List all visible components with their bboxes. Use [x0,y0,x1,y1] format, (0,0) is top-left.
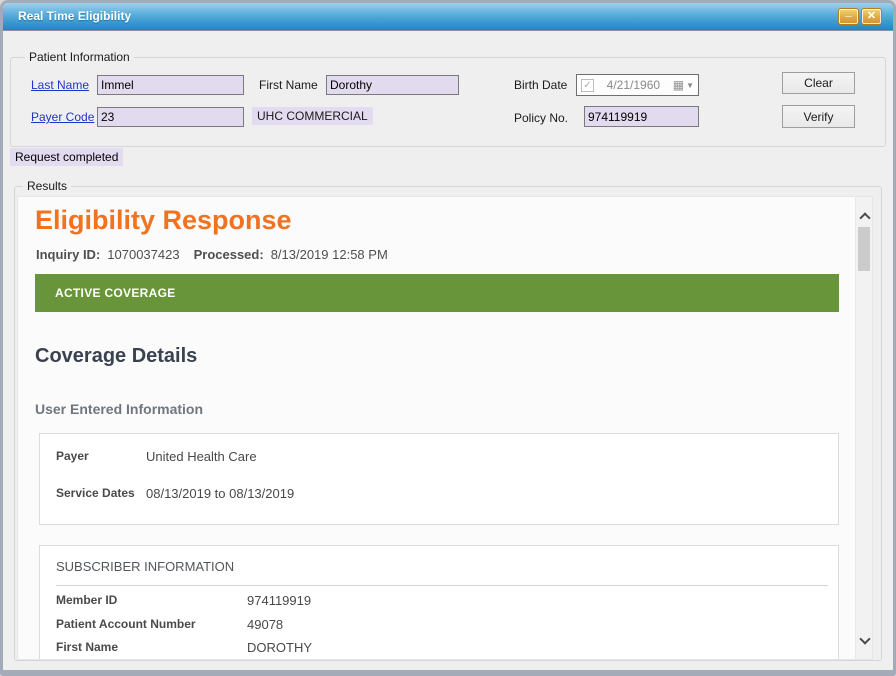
close-button[interactable]: ✕ [861,8,882,25]
results-group: Results Eligibility Response Inquiry ID:… [14,186,882,661]
payer-name-badge: UHC COMMERCIAL [252,107,373,125]
vertical-scrollbar[interactable] [855,197,872,659]
birth-date-value: 4/21/1960 [594,78,673,92]
user-entered-heading: User Entered Information [35,401,203,417]
scrollbar-thumb[interactable] [858,227,870,271]
birth-date-picker[interactable]: ✓ 4/21/1960 ▦ ▼ [576,74,699,96]
policy-no-label: Policy No. [514,111,568,125]
last-name-input[interactable] [97,75,244,95]
processed-label: Processed: [194,247,264,262]
subscriber-heading: SUBSCRIBER INFORMATION [56,559,828,586]
row-value: DOROTHY [247,640,312,655]
table-row: Service Dates 08/13/2019 to 08/13/2019 [56,486,828,501]
chevron-down-icon[interactable]: ▼ [686,81,694,90]
real-time-eligibility-window: Real Time Eligibility ─ ✕ Patient Inform… [0,0,896,676]
inquiry-id-value: 1070037423 [107,247,179,262]
table-row: Payer United Health Care [56,449,828,464]
page-title: Eligibility Response [35,205,292,236]
policy-no-input[interactable] [584,106,699,127]
minimize-button[interactable]: ─ [838,8,859,25]
row-value: 974119919 [247,593,311,608]
row-value: United Health Care [146,449,257,464]
first-name-input[interactable] [326,75,459,95]
payer-code-input[interactable] [97,107,244,127]
user-entered-table: Payer United Health Care Service Dates 0… [39,433,839,525]
row-label: Payer [56,449,146,464]
table-row: First Name DOROTHY [56,640,828,655]
row-label: Member ID [56,593,247,608]
window-title: Real Time Eligibility [18,3,131,30]
results-label: Results [23,179,71,193]
calendar-icon: ▦ [673,79,684,91]
processed-value: 8/13/2019 12:58 PM [271,247,388,262]
inquiry-line: Inquiry ID: 1070037423 Processed: 8/13/2019… [36,247,388,262]
titlebar[interactable]: Real Time Eligibility ─ ✕ [3,3,893,31]
birth-date-label: Birth Date [514,78,567,92]
coverage-details-heading: Coverage Details [35,345,197,368]
table-row: Member ID 974119919 [56,593,828,608]
row-label: First Name [56,640,247,655]
row-value: 08/13/2019 to 08/13/2019 [146,486,294,501]
last-name-link[interactable]: Last Name [31,78,89,92]
row-label: Service Dates [56,486,146,501]
eligibility-response-panel: Eligibility Response Inquiry ID: 10700374… [17,196,873,660]
minimize-icon: ─ [845,11,851,21]
chevron-up-icon[interactable] [860,211,868,219]
status-badge: Request completed [10,148,123,166]
checkmark-icon: ✓ [583,80,591,91]
close-icon: ✕ [867,10,876,22]
row-label: Patient Account Number [56,617,247,632]
clear-button[interactable]: Clear [782,72,855,94]
patient-information-group: Patient Information Last Name First Name… [10,57,886,147]
subscriber-table: SUBSCRIBER INFORMATION Member ID 9741199… [39,545,839,660]
payer-code-link[interactable]: Payer Code [31,110,94,124]
first-name-label: First Name [259,78,318,92]
active-coverage-banner: ACTIVE COVERAGE [35,274,839,312]
inquiry-id-label: Inquiry ID: [36,247,100,262]
verify-button[interactable]: Verify [782,105,855,128]
chevron-down-icon[interactable] [860,635,868,643]
patient-information-label: Patient Information [25,50,134,64]
row-value: 49078 [247,617,283,632]
table-row: Patient Account Number 49078 [56,617,828,632]
birth-date-checkbox[interactable]: ✓ [581,79,594,92]
